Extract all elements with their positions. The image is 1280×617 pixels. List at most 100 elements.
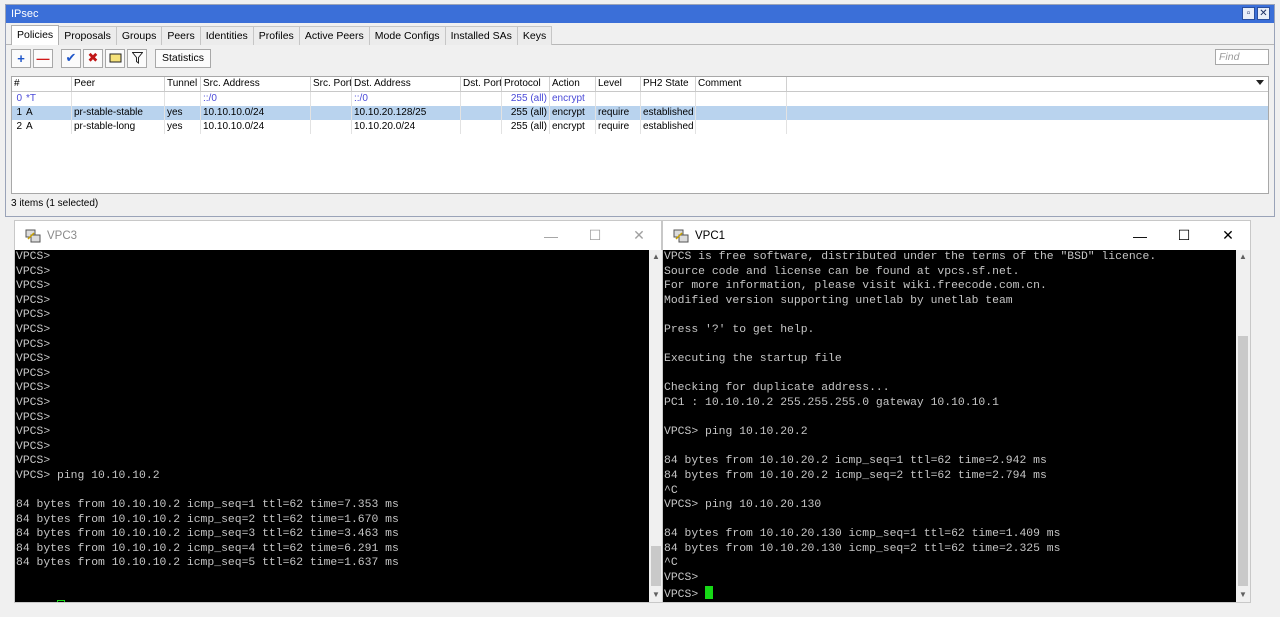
scroll-down-icon[interactable]: ▼ [1236, 588, 1250, 602]
terminal-cursor [57, 600, 66, 602]
table-row[interactable]: 2 Apr-stable-long yes 10.10.10.0/24 10.10.20… [12, 120, 1268, 134]
maximize-icon[interactable]: ☐ [1162, 221, 1206, 250]
col-tunnel[interactable]: Tunnel [165, 77, 201, 91]
tab-profiles[interactable]: Profiles [252, 26, 300, 45]
cell-protocol: 255 (all) [502, 92, 550, 106]
filter-icon[interactable] [127, 48, 147, 68]
terminal-line: VPCS> [16, 411, 51, 424]
tab-keys[interactable]: Keys [516, 26, 553, 45]
comment-icon[interactable] [105, 48, 125, 68]
table-row[interactable]: 1 Apr-stable-stable yes 10.10.10.0/24 10.10.… [12, 106, 1268, 120]
cell-tunnel [165, 92, 201, 106]
scroll-up-icon[interactable]: ▲ [1236, 250, 1250, 264]
table-row[interactable]: 0 *T::/0::/0 255 (all) encrypt [12, 92, 1268, 106]
col-protocol[interactable]: Protocol [502, 77, 550, 91]
cell-action: encrypt [550, 120, 596, 134]
terminal-line: VPCS> ping 10.10.20.130 [664, 499, 822, 512]
putty-icon [25, 229, 41, 243]
table-header: # Peer Tunnel Src. Address Src. Port Dst… [12, 77, 1268, 92]
scroll-down-icon[interactable]: ▼ [649, 588, 663, 602]
tab-policies[interactable]: Policies [11, 25, 60, 45]
vpc1-window: VPC1 — ☐ ✕ VPCS is free software, distri… [662, 220, 1251, 603]
cell-action: encrypt [550, 106, 596, 120]
cell-comment [696, 92, 787, 106]
vpc1-scroll-thumb[interactable] [1238, 336, 1248, 586]
tab-installed-sas[interactable]: Installed SAs [444, 26, 518, 45]
statistics-button[interactable]: Statistics [155, 48, 212, 68]
cell-peer: pr-stable-long [72, 120, 165, 134]
disable-icon[interactable]: ✖ [83, 48, 103, 68]
cell-ph2-state: established [641, 120, 696, 134]
col-dst-port[interactable]: Dst. Port [461, 77, 502, 91]
terminal-line: VPCS> [16, 455, 51, 468]
cell-ph2-state: established [641, 106, 696, 120]
col-ph2-state[interactable]: PH2 State [641, 77, 696, 91]
close-icon[interactable]: ✕ [1257, 7, 1270, 20]
terminal-line: VPCS> [16, 338, 51, 351]
vpc1-scrollbar[interactable]: ▲ ▼ [1236, 250, 1250, 602]
enable-icon[interactable]: ✔ [61, 48, 81, 68]
terminal-line: 84 bytes from 10.10.10.2 icmp_seq=2 ttl=… [16, 513, 399, 526]
tab-proposals[interactable]: Proposals [58, 26, 117, 45]
tab-peers[interactable]: Peers [161, 26, 201, 45]
minimize-icon[interactable]: — [529, 221, 573, 250]
restore-icon[interactable]: ▫ [1242, 7, 1255, 20]
terminal-line: VPCS is free software, distributed under… [664, 251, 1157, 263]
terminal-line: Executing the startup file [664, 353, 842, 366]
tab-identities[interactable]: Identities [199, 26, 254, 45]
terminal-line: VPCS> [16, 367, 51, 380]
terminal-line: VPCS> [16, 309, 51, 322]
col-action[interactable]: Action [550, 77, 596, 91]
add-icon[interactable]: + [11, 48, 31, 68]
vpc3-terminal[interactable]: VPCS> VPCS> VPCS> VPCS> VPCS> VPCS> VPCS> VPCS>… [15, 250, 649, 602]
tab-mode-configs[interactable]: Mode Configs [368, 26, 446, 45]
vpc3-scroll-thumb[interactable] [651, 546, 661, 586]
col-src-port[interactable]: Src. Port [311, 77, 352, 91]
vpc3-scrollbar[interactable]: ▲ ▼ [649, 250, 663, 602]
terminal-line: VPCS> [16, 353, 51, 366]
find-input[interactable]: Find [1215, 49, 1269, 65]
col-number[interactable]: # [12, 77, 72, 91]
terminal-line: VPCS> [16, 280, 51, 293]
tab-groups[interactable]: Groups [115, 26, 163, 45]
vpc3-title: VPC3 [47, 229, 78, 242]
columns-dropdown-icon[interactable] [1256, 80, 1264, 85]
terminal-prompt: VPCS> [664, 588, 706, 601]
ipsec-tabs: Policies Proposals Groups Peers Identiti… [6, 23, 1274, 45]
terminal-line: VPCS> [16, 382, 51, 395]
col-level[interactable]: Level [596, 77, 641, 91]
terminal-line: PC1 : 10.10.10.2 255.255.255.0 gateway 1… [664, 396, 999, 409]
col-dst-address[interactable]: Dst. Address [352, 77, 461, 91]
maximize-icon[interactable]: ☐ [573, 221, 617, 250]
terminal-line: Source code and license can be found at … [664, 265, 1020, 278]
col-comment[interactable]: Comment [696, 77, 787, 91]
cell-tunnel: yes [165, 106, 201, 120]
cell-flags: *T [24, 92, 72, 106]
cell-dst-port [461, 92, 502, 106]
terminal-line: Checking for duplicate address... [664, 382, 890, 395]
terminal-line: VPCS> [664, 572, 699, 585]
cell-protocol: 255 (all) [502, 106, 550, 120]
cell-action: encrypt [550, 92, 596, 106]
cell-comment [696, 106, 787, 120]
tab-active-peers[interactable]: Active Peers [298, 26, 370, 45]
col-peer[interactable]: Peer [72, 77, 165, 91]
terminal-line: For more information, please visit wiki.… [664, 280, 1047, 293]
cell-src-address: ::/0 [201, 92, 311, 106]
col-src-address[interactable]: Src. Address [201, 77, 311, 91]
remove-icon[interactable]: — [33, 48, 53, 68]
minimize-icon[interactable]: — [1118, 221, 1162, 250]
ipsec-titlebar: IPsec ▫ ✕ [6, 5, 1274, 23]
cell-ph2-state [641, 92, 696, 106]
vpc1-terminal[interactable]: VPCS is free software, distributed under… [663, 250, 1236, 602]
scroll-up-icon[interactable]: ▲ [649, 250, 663, 264]
cell-src-port [311, 120, 352, 134]
cell-tunnel: yes [165, 120, 201, 134]
cell-level: require [596, 120, 641, 134]
close-icon[interactable]: ✕ [1206, 221, 1250, 250]
close-icon[interactable]: ✕ [617, 221, 661, 250]
